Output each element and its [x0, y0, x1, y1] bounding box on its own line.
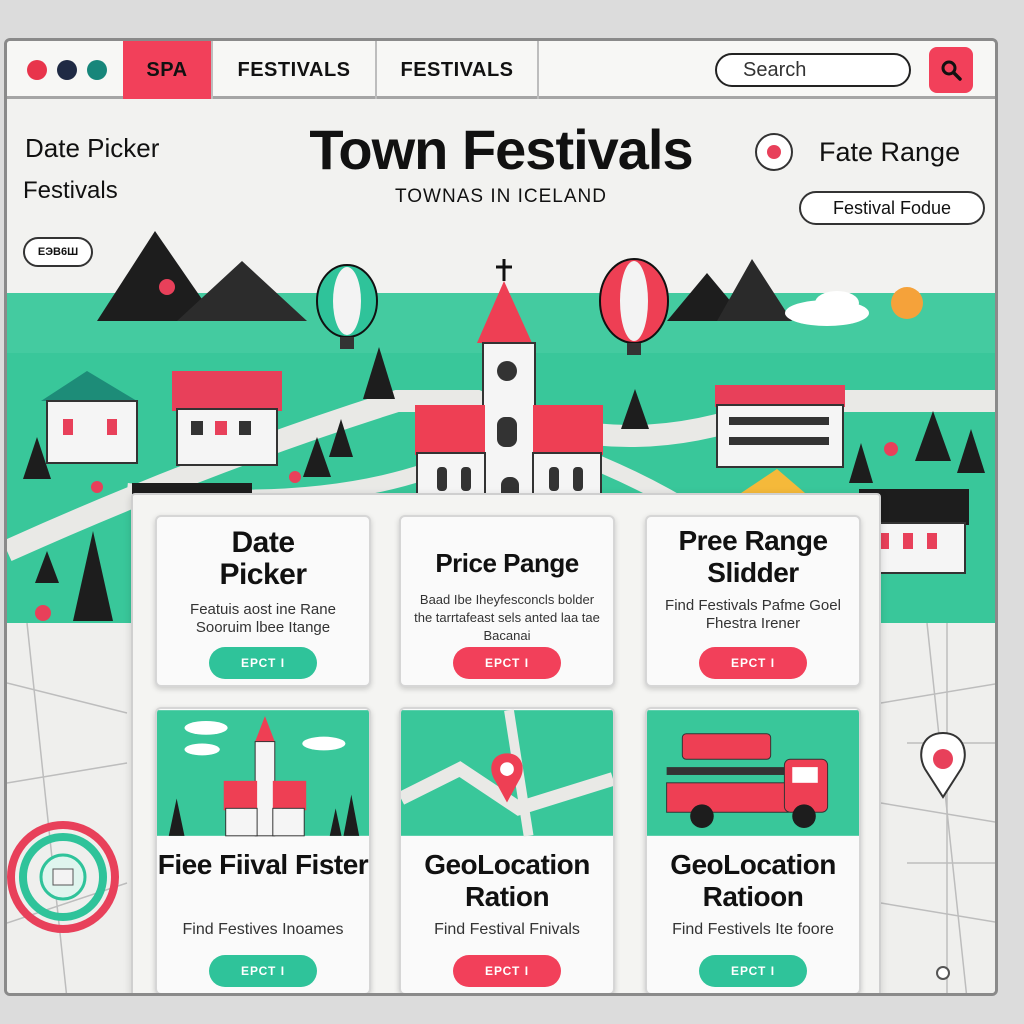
card-geolocation[interactable]: GeoLocation Ration Find Festival Fnivals… [399, 707, 615, 993]
card-description: Featuis aost ine Rane Sooruim lbee Itang… [190, 601, 336, 636]
card-button-label: ЕРСТ І [484, 964, 530, 978]
feature-cards-panel: Date Picker Featuis aost ine Rane Soorui… [131, 493, 881, 993]
card-button-label: ЕРСТ І [240, 656, 286, 670]
card-description: Find Festival Fnivals [434, 921, 580, 938]
pill-label: Festival Fodue [832, 197, 952, 218]
card-button-label: ЕРСТ І [730, 656, 776, 670]
search-placeholder: Search [743, 59, 807, 81]
fate-range-label: Fate Range [819, 137, 961, 167]
pill-label: ЕЭВ6Ш [37, 246, 79, 258]
map-pin-scene-image [401, 709, 613, 837]
search-input[interactable]: Search [715, 53, 911, 87]
search-icon [941, 60, 962, 81]
card-button[interactable]: ЕРСТ І [699, 647, 807, 679]
card-price-range-slider[interactable]: Pree Range Slidder Find Festivals Pafme … [645, 515, 861, 687]
card-title: Date Picker [219, 526, 307, 591]
card-festival-filter[interactable]: Fiee Fiival Fister Find Festives Inoames… [155, 707, 371, 993]
card-button-label: ЕРСТ І [240, 964, 286, 978]
card-description: Baad Ibe Iheyfesconcls bolder the tarrta… [414, 592, 600, 643]
card-date-picker[interactable]: Date Picker Featuis aost ine Rane Soorui… [155, 515, 371, 687]
top-bar: SPA FESTIVALS FESTIVALS Search [7, 41, 995, 99]
card-description: Find Festivels Ite foore [672, 921, 834, 938]
card-button[interactable]: ЕРСТ І [209, 955, 317, 987]
search-button[interactable] [929, 47, 973, 93]
card-button-label: ЕРСТ І [730, 964, 776, 978]
card-button[interactable]: ЕРСТ І [699, 955, 807, 987]
card-price-range[interactable]: Price Pange Baad Ibe Iheyfesconcls bolde… [399, 515, 615, 687]
window-close-dot[interactable] [27, 60, 47, 80]
card-geolocation-2[interactable]: GeoLocation Ratioon Find Festivels Ite f… [645, 707, 861, 993]
card-title: Fiee Fiival Fister [157, 849, 369, 880]
card-button[interactable]: ЕРСТ І [453, 955, 561, 987]
left-pill-button[interactable]: ЕЭВ6Ш [23, 237, 93, 267]
tab-label: FESTIVALS [237, 58, 351, 81]
card-title: Price Pange [435, 548, 579, 578]
card-button[interactable]: ЕРСТ І [209, 647, 317, 679]
tab-label: SPA [146, 58, 188, 81]
range-toggle-icon[interactable] [755, 133, 793, 171]
card-description: Find Festives Inoames [182, 921, 344, 938]
church-scene-image [157, 710, 369, 837]
card-title: GeoLocation Ration [424, 849, 590, 912]
card-title: GeoLocation Ratioon [670, 849, 836, 912]
card-description: Find Festivals Pafme Goel Fhestra Irener [665, 597, 841, 632]
truck-scene-image [647, 710, 859, 836]
tab-label: FESTIVALS [400, 58, 514, 81]
date-picker-label: Date Picker [25, 133, 160, 163]
card-button-label: ЕРСТ І [484, 656, 530, 670]
tab-festivals-2[interactable]: FESTIVALS [377, 41, 539, 99]
app-window: SPA FESTIVALS FESTIVALS Search Town Fest… [4, 38, 998, 996]
card-title: Pree Range Slidder [678, 525, 828, 588]
window-minimize-dot[interactable] [57, 60, 77, 80]
window-maximize-dot[interactable] [87, 60, 107, 80]
festivals-label: Festivals [23, 177, 118, 204]
tab-festivals[interactable]: FESTIVALS [213, 41, 377, 99]
tab-spa[interactable]: SPA [123, 41, 213, 99]
festival-filter-pill[interactable]: Festival Fodue [799, 191, 985, 225]
card-button[interactable]: ЕРСТ І [453, 647, 561, 679]
